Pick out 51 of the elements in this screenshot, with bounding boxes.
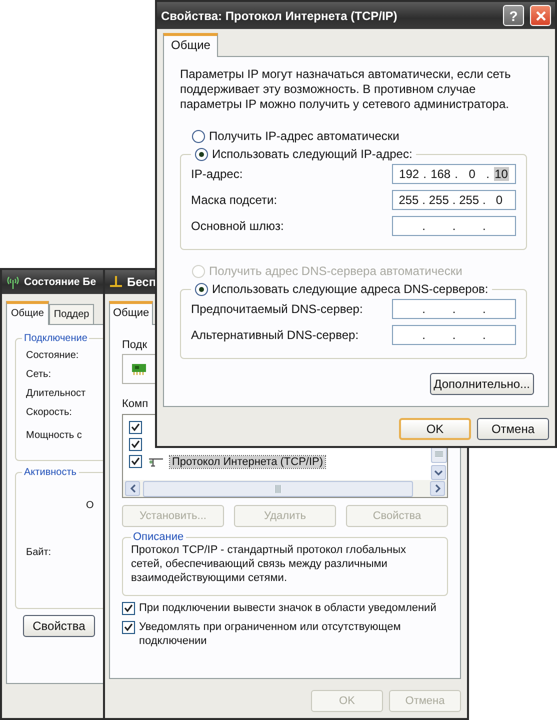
- radio-label: Использовать следующий IP-адрес:: [212, 147, 412, 161]
- field-label: IP-адрес:: [191, 167, 243, 181]
- octet-text: 255: [459, 193, 480, 207]
- separator-dot: .: [422, 219, 426, 233]
- separator-dot: .: [482, 328, 486, 342]
- octet-text: 0: [468, 167, 476, 181]
- field-label: Скорость:: [25, 406, 73, 420]
- field-label: Подк: [122, 339, 148, 351]
- separator-dot: .: [422, 302, 426, 316]
- window-title: Бесп: [127, 275, 156, 289]
- field-label: Длительност: [25, 387, 87, 401]
- radio-label: Получить IP-адрес автоматически: [209, 129, 400, 143]
- window-title: Свойства: Протокол Интернета (TCP/IP): [161, 8, 398, 22]
- group-title: Описание: [132, 531, 185, 543]
- separator-dot: .: [422, 193, 426, 207]
- octet-text: 255: [428, 193, 449, 207]
- field-label: Состояние:: [25, 349, 80, 363]
- field-label: Основной шлюз:: [191, 219, 284, 233]
- description-text: Протокол TCP/IP - стандартный протокол глобальных сетей, обеспечивающий связь между различными взаимодействующими сетями.: [131, 543, 407, 585]
- radio-label: Использовать следующие адреса DNS-серверов:: [212, 282, 488, 296]
- separator-dot: .: [482, 302, 486, 316]
- radio-label: Получить адрес DNS-сервера автоматически: [209, 264, 462, 278]
- field-label: Сеть:: [25, 368, 52, 382]
- separator-dot: .: [482, 219, 486, 233]
- octet-text: 10: [494, 167, 509, 181]
- field-label: Альтернативный DNS-сервер:: [191, 328, 359, 342]
- field-label: Предпочитаемый DNS-сервер:: [191, 302, 363, 316]
- field-label: Байт:: [25, 546, 52, 560]
- separator-dot: .: [454, 167, 458, 181]
- octet-text: 168: [430, 167, 451, 181]
- separator-dot: .: [452, 302, 456, 316]
- octet-text: 192: [399, 167, 420, 181]
- column-label: О: [86, 500, 94, 511]
- separator-dot: .: [423, 167, 426, 181]
- octet-text: 0: [494, 193, 504, 207]
- separator-dot: .: [422, 328, 426, 342]
- octet-text: 255: [398, 193, 419, 207]
- separator-dot: .: [452, 328, 456, 342]
- checkbox-label: Уведомлять при ограниченном или отсутствующем подключении: [139, 620, 402, 648]
- separator-dot: .: [482, 193, 486, 207]
- field-label: Комп: [122, 398, 150, 410]
- group-title: Активность: [23, 467, 78, 478]
- group-title: Подключение: [23, 333, 88, 344]
- separator-dot: .: [452, 193, 456, 207]
- field-label: Мощность с: [25, 429, 83, 443]
- field-label: Маска подсети:: [191, 193, 278, 207]
- intro-text: Параметры IP могут назначаться автоматически, если сеть поддерживает эту возможность. В противном случае параметры IP можно получить у сетевого администратора.: [180, 67, 512, 112]
- separator-dot: .: [452, 219, 456, 233]
- checkbox-label: При подключении вывести значок в области уведомлений: [139, 601, 436, 615]
- window-title: Состояние Бе: [24, 276, 96, 288]
- separator-dot: .: [486, 167, 490, 181]
